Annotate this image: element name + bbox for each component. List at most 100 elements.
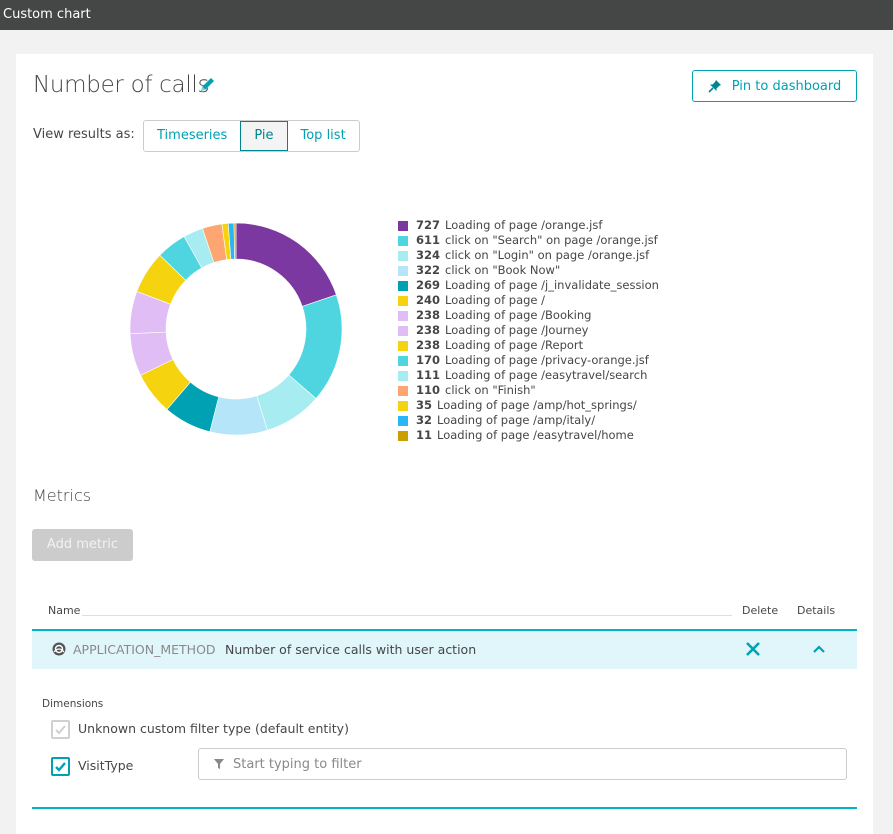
legend-value: 238 <box>416 308 441 322</box>
pin-label: Pin to dashboard <box>731 78 842 94</box>
pencil-icon[interactable] <box>198 76 216 94</box>
legend-item[interactable]: 32 Loading of page /amp/italy/ <box>398 413 659 428</box>
pin-to-dashboard-button[interactable]: Pin to dashboard <box>692 70 857 102</box>
donut-chart <box>129 222 343 436</box>
legend-label: Loading of page / <box>445 293 546 307</box>
chart-legend: 727 Loading of page /orange.jsf 611 click o… <box>398 218 659 443</box>
legend-label: click on "Login" on page /orange.jsf <box>445 248 650 262</box>
legend-item[interactable]: 727 Loading of page /orange.jsf <box>398 218 659 233</box>
legend-item[interactable]: 110 click on "Finish" <box>398 383 659 398</box>
legend-value: 324 <box>416 248 441 262</box>
column-header-delete: Delete <box>742 604 779 617</box>
legend-item[interactable]: 11 Loading of page /easytravel/home <box>398 428 659 443</box>
view-results-label: View results as: <box>33 127 135 142</box>
legend-value: 35 <box>416 398 433 412</box>
legend-label: Loading of page /orange.jsf <box>445 218 603 232</box>
window-title: Custom chart <box>0 0 893 30</box>
check-icon <box>55 725 66 735</box>
check-icon <box>55 762 66 772</box>
legend-label: Loading of page /easytravel/home <box>437 428 634 442</box>
tab-top-list[interactable]: Top list <box>288 121 359 151</box>
legend-value: 238 <box>416 323 441 337</box>
delete-icon[interactable] <box>743 639 763 659</box>
legend-label: Loading of page /privacy-orange.jsf <box>445 353 649 367</box>
metrics-heading: Metrics <box>33 486 92 505</box>
filter-input[interactable] <box>231 755 811 773</box>
legend-swatch <box>398 250 408 261</box>
legend-swatch <box>398 385 408 396</box>
pin-icon <box>708 80 721 93</box>
page-title: Number of calls <box>33 72 210 98</box>
legend-label: click on "Finish" <box>445 383 536 397</box>
header-divider <box>82 615 732 616</box>
legend-label: Loading of page /easytravel/search <box>445 368 648 382</box>
legend-value: 11 <box>416 428 433 442</box>
filter-field[interactable] <box>198 748 847 780</box>
legend-item[interactable]: 611 click on "Search" on page /orange.jsf <box>398 233 659 248</box>
metric-row[interactable]: APPLICATION_METHOD Number of service cal… <box>32 629 857 669</box>
legend-label: Loading of page /j_invalidate_session <box>445 278 659 292</box>
legend-value: 611 <box>416 233 441 247</box>
column-header-name: Name <box>48 604 81 617</box>
legend-item[interactable]: 269 Loading of page /j_invalidate_session <box>398 278 659 293</box>
legend-item[interactable]: 240 Loading of page / <box>398 293 659 308</box>
legend-item[interactable]: 170 Loading of page /privacy-orange.jsf <box>398 353 659 368</box>
legend-swatch <box>398 220 408 231</box>
column-header-details: Details <box>797 604 836 617</box>
legend-swatch <box>398 400 408 411</box>
pie-slice[interactable] <box>209 395 268 436</box>
legend-value: 269 <box>416 278 441 292</box>
legend-label: Loading of page /amp/hot_springs/ <box>437 398 637 412</box>
legend-swatch <box>398 370 408 381</box>
legend-item[interactable]: 238 Loading of page /Journey <box>398 323 659 338</box>
legend-swatch <box>398 265 408 276</box>
legend-item[interactable]: 324 click on "Login" on page /orange.jsf <box>398 248 659 263</box>
tab-timeseries[interactable]: Timeseries <box>144 121 240 151</box>
legend-label: Loading of page /amp/italy/ <box>437 413 596 427</box>
legend-swatch <box>398 430 408 441</box>
legend-label: Loading of page /Report <box>445 338 584 352</box>
legend-label: click on "Book Now" <box>445 263 561 277</box>
legend-value: 240 <box>416 293 441 307</box>
legend-swatch <box>398 235 408 246</box>
legend-value: 727 <box>416 218 441 232</box>
dimension-label: Unknown custom filter type (default enti… <box>78 721 349 736</box>
dimension-label: VisitType <box>78 758 134 773</box>
chevron-up-icon[interactable] <box>809 639 829 659</box>
chart-panel: Number of calls Pin to dashboard View re… <box>16 54 873 834</box>
legend-swatch <box>398 310 408 321</box>
tab-pie[interactable]: Pie <box>240 121 288 151</box>
legend-item[interactable]: 238 Loading of page /Report <box>398 338 659 353</box>
pie-slice[interactable] <box>235 222 337 307</box>
pie-slice[interactable] <box>233 222 237 260</box>
legend-swatch <box>398 325 408 336</box>
legend-swatch <box>398 280 408 291</box>
legend-item[interactable]: 238 Loading of page /Booking <box>398 308 659 323</box>
legend-swatch <box>398 415 408 426</box>
section-divider <box>32 807 857 809</box>
legend-swatch <box>398 340 408 351</box>
view-toggle: Timeseries Pie Top list <box>143 120 360 152</box>
legend-value: 322 <box>416 263 441 277</box>
legend-value: 110 <box>416 383 441 397</box>
legend-item[interactable]: 111 Loading of page /easytravel/search <box>398 368 659 383</box>
filter-icon <box>214 759 224 769</box>
legend-value: 111 <box>416 368 441 382</box>
legend-value: 32 <box>416 413 433 427</box>
metric-entity: APPLICATION_METHOD <box>73 642 216 657</box>
application-icon <box>52 642 66 656</box>
dimensions-label: Dimensions <box>42 698 104 710</box>
metric-name: Number of service calls with user action <box>225 642 477 657</box>
legend-swatch <box>398 355 408 366</box>
add-metric-button[interactable]: Add metric <box>32 529 133 561</box>
legend-value: 238 <box>416 338 441 352</box>
legend-label: click on "Search" on page /orange.jsf <box>445 233 658 247</box>
checkbox-visittype[interactable] <box>51 757 70 776</box>
checkbox-default-entity[interactable] <box>51 720 70 739</box>
legend-label: Loading of page /Booking <box>445 308 592 322</box>
legend-label: Loading of page /Journey <box>445 323 589 337</box>
legend-item[interactable]: 35 Loading of page /amp/hot_springs/ <box>398 398 659 413</box>
legend-swatch <box>398 295 408 306</box>
legend-item[interactable]: 322 click on "Book Now" <box>398 263 659 278</box>
legend-value: 170 <box>416 353 441 367</box>
